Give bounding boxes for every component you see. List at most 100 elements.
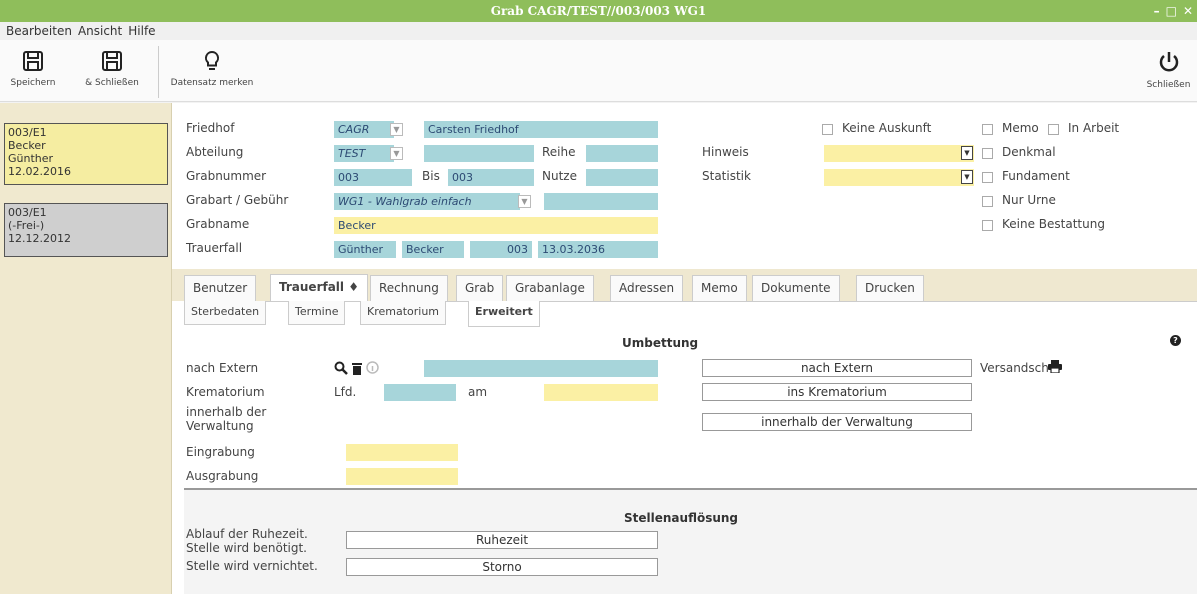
tab-grabanlage[interactable]: Grabanlage: [506, 275, 594, 301]
statistik-select[interactable]: [824, 169, 974, 186]
innerhalb-verwaltung-button[interactable]: innerhalb der Verwaltung: [702, 413, 972, 431]
ausgrabung-field[interactable]: [346, 468, 458, 485]
statistik-label: Statistik: [702, 169, 751, 183]
nutze-field[interactable]: [586, 169, 658, 186]
tab-benutzer[interactable]: Benutzer: [184, 275, 257, 301]
am-label: am: [468, 385, 488, 399]
keine-auskunft-label: Keine Auskunft: [842, 121, 932, 135]
friedhof-code-field[interactable]: CAGR: [334, 121, 394, 138]
grave-card-line: Becker: [8, 139, 46, 152]
save-button[interactable]: Speichern: [4, 50, 62, 88]
grabnummer-to-field[interactable]: 003: [448, 169, 534, 186]
hinweis-select[interactable]: [824, 145, 974, 162]
toolbar: Speichern & Schließen Datensatz merken S…: [0, 40, 1197, 102]
nach-extern-field[interactable]: [424, 360, 658, 377]
innerhalb-label: innerhalb der Verwaltung: [186, 405, 266, 433]
friedhof-dropdown-icon[interactable]: ▼: [390, 123, 403, 136]
menu-bar: Bearbeiten Ansicht Hilfe: [0, 22, 1197, 40]
hinweis-dropdown-icon[interactable]: ▼: [961, 146, 973, 160]
tab-memo[interactable]: Memo: [692, 275, 747, 301]
grave-card-line: Günther: [8, 152, 54, 165]
tab-drucken[interactable]: Drucken: [856, 275, 924, 301]
toolbar-separator: [158, 46, 159, 98]
lfd-field[interactable]: [384, 384, 456, 401]
keine-auskunft-checkbox[interactable]: [822, 124, 833, 135]
trauerfall-label: Trauerfall: [186, 241, 243, 255]
ablauf-label-line: Ablauf der Ruhezeit.: [186, 527, 308, 541]
menu-ansicht[interactable]: Ansicht: [78, 22, 122, 40]
in-arbeit-checkbox[interactable]: [1048, 124, 1059, 135]
abteilung-dropdown-icon[interactable]: ▼: [390, 147, 403, 160]
trauerfall-nr-field[interactable]: 003: [470, 241, 532, 258]
maximize-icon[interactable]: □: [1166, 0, 1177, 22]
storno-button[interactable]: Storno: [346, 558, 658, 576]
tab-trauerfall[interactable]: Trauerfall ♦: [270, 274, 368, 301]
friedhof-name-field[interactable]: Carsten Friedhof: [424, 121, 658, 138]
tab-dokumente[interactable]: Dokumente: [752, 275, 840, 301]
fundament-label: Fundament: [1002, 169, 1070, 183]
trash-icon[interactable]: [351, 361, 363, 375]
grave-list-sidebar: 003/E1 Becker Günther 12.02.2016 003/E1 …: [0, 103, 172, 594]
grabart-field[interactable]: WG1 - Wahlgrab einfach: [334, 193, 520, 210]
keine-bestattung-checkbox[interactable]: [982, 220, 993, 231]
close-window-button[interactable]: Schließen: [1140, 50, 1197, 90]
grave-card[interactable]: 003/E1 (-Frei-) 12.12.2012: [4, 203, 168, 257]
statistik-dropdown-icon[interactable]: ▼: [961, 170, 973, 184]
trauerfall-datum-field[interactable]: 13.03.2036: [538, 241, 658, 258]
help-icon[interactable]: ?: [1170, 335, 1181, 346]
nur-urne-label: Nur Urne: [1002, 193, 1056, 207]
grabname-field[interactable]: Becker: [334, 217, 658, 234]
subtab-erweitert[interactable]: Erweitert: [468, 301, 540, 327]
abteilung-code-field[interactable]: TEST: [334, 145, 394, 162]
subtab-sterbedaten[interactable]: Sterbedaten: [184, 301, 267, 325]
grave-card[interactable]: 003/E1 Becker Günther 12.02.2016: [4, 123, 168, 185]
close-icon[interactable]: ✕: [1183, 0, 1193, 22]
abteilung-name-field[interactable]: [424, 145, 534, 162]
menu-bearbeiten[interactable]: Bearbeiten: [6, 22, 72, 40]
grabnummer-from-field[interactable]: 003: [334, 169, 412, 186]
subtab-termine[interactable]: Termine: [288, 301, 346, 325]
ins-krematorium-button[interactable]: ins Krematorium: [702, 383, 972, 401]
nutze-label: Nutze: [542, 169, 577, 183]
floppy-disk-icon: [102, 51, 122, 71]
eingrabung-label: Eingrabung: [186, 445, 255, 459]
memo-checkbox[interactable]: [982, 124, 993, 135]
grabart-extra-field[interactable]: [544, 193, 658, 210]
grave-card-line: 12.02.2016: [8, 165, 71, 178]
denkmal-checkbox[interactable]: [982, 148, 993, 159]
bookmark-record-button[interactable]: Datensatz merken: [162, 50, 262, 88]
printer-icon[interactable]: [1048, 360, 1062, 373]
tab-grab[interactable]: Grab: [456, 275, 504, 301]
ruhezeit-button[interactable]: Ruhezeit: [346, 531, 658, 549]
friedhof-label: Friedhof: [186, 121, 235, 135]
save-label: Speichern: [10, 78, 56, 88]
reihe-field[interactable]: [586, 145, 658, 162]
eingrabung-field[interactable]: [346, 444, 458, 461]
grabname-label: Grabname: [186, 217, 250, 231]
search-icon[interactable]: [334, 361, 348, 375]
minimize-icon[interactable]: –: [1154, 0, 1160, 22]
tab-adressen[interactable]: Adressen: [610, 275, 684, 301]
nur-urne-checkbox[interactable]: [982, 196, 993, 207]
trauerfall-nachname-field[interactable]: Becker: [402, 241, 464, 258]
close-window-label: Schließen: [1146, 80, 1191, 90]
info-icon[interactable]: [366, 361, 379, 374]
bis-label: Bis: [422, 169, 440, 183]
grave-card-line: 003/E1: [8, 206, 47, 219]
lfd-label: Lfd.: [334, 385, 357, 399]
fundament-checkbox[interactable]: [982, 172, 993, 183]
window-title: Grab CAGR/TEST//003/003 WG1: [490, 4, 707, 18]
subtab-krematorium[interactable]: Krematorium: [360, 301, 447, 325]
window-controls: – □ ✕: [1154, 0, 1193, 22]
innerhalb-label-line: Verwaltung: [186, 419, 254, 433]
tab-rechnung[interactable]: Rechnung: [370, 275, 448, 301]
save-close-button[interactable]: & Schließen: [72, 50, 152, 88]
hinweis-label: Hinweis: [702, 145, 749, 159]
nach-extern-button[interactable]: nach Extern: [702, 359, 972, 377]
keine-bestattung-label: Keine Bestattung: [1002, 217, 1105, 231]
innerhalb-label-line: innerhalb der: [186, 405, 267, 419]
grabart-dropdown-icon[interactable]: ▼: [518, 195, 531, 208]
trauerfall-vorname-field[interactable]: Günther: [334, 241, 396, 258]
menu-hilfe[interactable]: Hilfe: [128, 22, 155, 40]
am-date-field[interactable]: [544, 384, 658, 401]
